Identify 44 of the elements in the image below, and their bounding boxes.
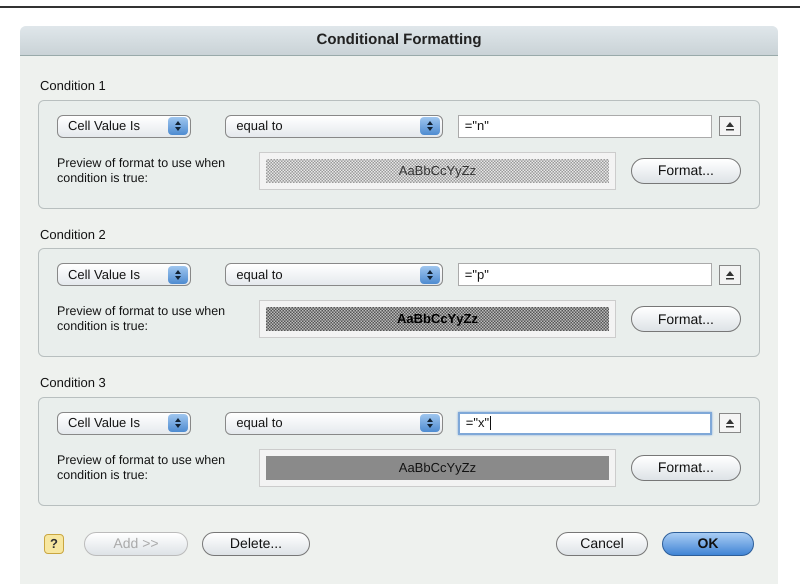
preview-label: Preview of format to use when condition is true:	[57, 304, 226, 334]
stepper-icon	[168, 117, 188, 135]
format-button[interactable]: Format...	[630, 454, 741, 480]
dialog-button[interactable]: Cancel	[556, 532, 648, 556]
eject-icon	[725, 418, 736, 428]
stepper-icon	[168, 414, 188, 432]
preview-label: Preview of format to use when condition is true:	[57, 156, 226, 186]
input-field[interactable]: ="x"	[458, 412, 712, 434]
dropdown-value: equal to	[236, 117, 283, 136]
condition-label: Condition 2	[39, 226, 107, 244]
dropdown[interactable]: equal to	[225, 263, 443, 286]
stepper-icon	[420, 117, 440, 135]
dropdown-value: equal to	[236, 266, 283, 284]
stepper-icon	[168, 266, 188, 284]
help-button[interactable]: ?	[44, 534, 64, 554]
format-preview: AaBbCcYyZz	[266, 158, 609, 182]
dropdown-value: Cell Value Is	[68, 414, 140, 432]
condition-label: Condition 1	[39, 77, 107, 95]
preview-label: Preview of format to use when condition is true:	[57, 452, 226, 482]
collapse-button[interactable]	[719, 264, 741, 284]
dropdown[interactable]: equal to	[225, 412, 443, 434]
format-button[interactable]: Format...	[630, 306, 741, 332]
dialog-button[interactable]: OK	[662, 532, 754, 556]
dialog-button[interactable]: Delete...	[202, 532, 310, 556]
condition-label: Condition 3	[39, 374, 107, 392]
dropdown[interactable]: Cell Value Is	[57, 412, 192, 434]
stepper-icon	[420, 414, 440, 432]
format-preview: AaBbCcYyZz	[266, 307, 609, 331]
eject-icon	[725, 270, 736, 280]
format-button[interactable]: Format...	[630, 158, 741, 184]
eject-icon	[725, 121, 736, 131]
dropdown[interactable]: equal to	[225, 114, 443, 138]
window-title: Conditional Formatting	[316, 30, 482, 50]
input-field[interactable]: ="p"	[458, 263, 712, 286]
stepper-icon	[420, 266, 440, 284]
dropdown[interactable]: Cell Value Is	[57, 114, 192, 138]
dropdown-value: Cell Value Is	[68, 117, 140, 136]
dropdown-value: equal to	[236, 414, 283, 432]
dropdown-value: Cell Value Is	[68, 266, 140, 284]
collapse-button[interactable]	[719, 116, 741, 136]
format-preview: AaBbCcYyZz	[266, 456, 609, 480]
dropdown[interactable]: Cell Value Is	[57, 263, 192, 286]
input-field[interactable]: ="n"	[458, 114, 712, 138]
collapse-button[interactable]	[719, 413, 741, 433]
